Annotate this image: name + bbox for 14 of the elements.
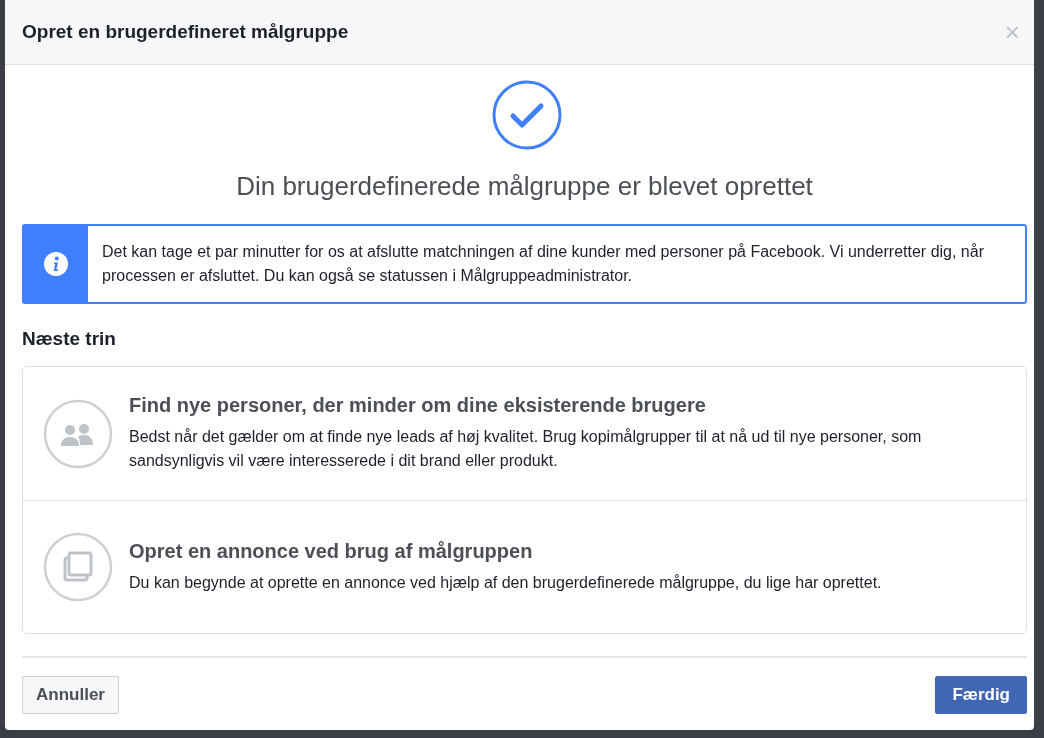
cancel-button[interactable]: Annuller (22, 676, 119, 714)
check-circle-icon (490, 79, 563, 151)
option-title[interactable]: Find nye personer, der minder om dine eksisterende brugere (129, 394, 1006, 417)
section-title: Næste trin (22, 328, 117, 350)
dialog-title: Opret en brugerdefineret målgruppe (22, 21, 349, 43)
people-icon (43, 398, 113, 469)
option-description: Du kan begynde at oprette en annonce ved hjælp af den brugerdefinerede målgruppe, du lige har oprettet. (129, 572, 882, 593)
info-text: Det kan tage et par minutter for os at afslutte matchningen af dine kunder med personer på Facebook. Vi underretter dig, når processen er afsluttet. Du kan også se statussen i Målgruppeadministrator. (101, 242, 985, 286)
info-icon (44, 252, 68, 276)
option-description: Bedst når det gælder om at finde nye leads af høj kvalitet. Brug kopimålgrupper til at nå ud til nye personer, som sandsynligvis vil være interesserede i dit brand eller produkt. (129, 427, 923, 471)
copy-icon (43, 532, 113, 602)
success-heading: Din brugerdefinerede målgruppe er blevet oprettet (236, 171, 813, 202)
done-button[interactable]: Færdig (935, 676, 1027, 714)
option-title[interactable]: Opret en annonce ved brug af målgruppen (129, 539, 882, 563)
